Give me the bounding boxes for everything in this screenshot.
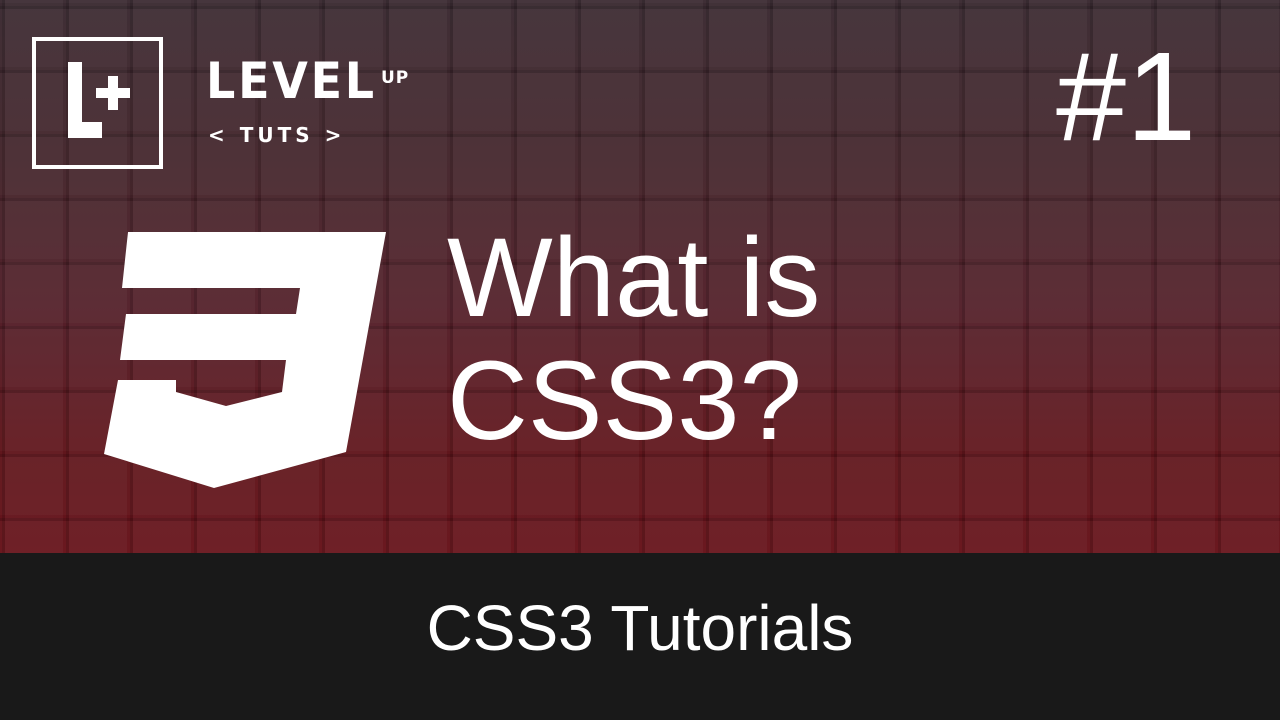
episode-number: #1 <box>1056 26 1197 167</box>
series-title: CSS3 Tutorials <box>426 592 854 664</box>
title-line-1: What is <box>447 215 821 340</box>
brand-tagline: < TUTS > <box>208 123 346 147</box>
brand-name: LEVEL <box>206 52 377 110</box>
level-up-logo-icon <box>68 62 130 138</box>
css3-shield-icon <box>104 232 386 488</box>
video-thumbnail: LEVEL UP < TUTS > #1 What is CSS3? CSS3 … <box>0 0 1280 720</box>
brand-superscript: UP <box>381 68 410 88</box>
title-line-2: CSS3? <box>447 338 802 463</box>
